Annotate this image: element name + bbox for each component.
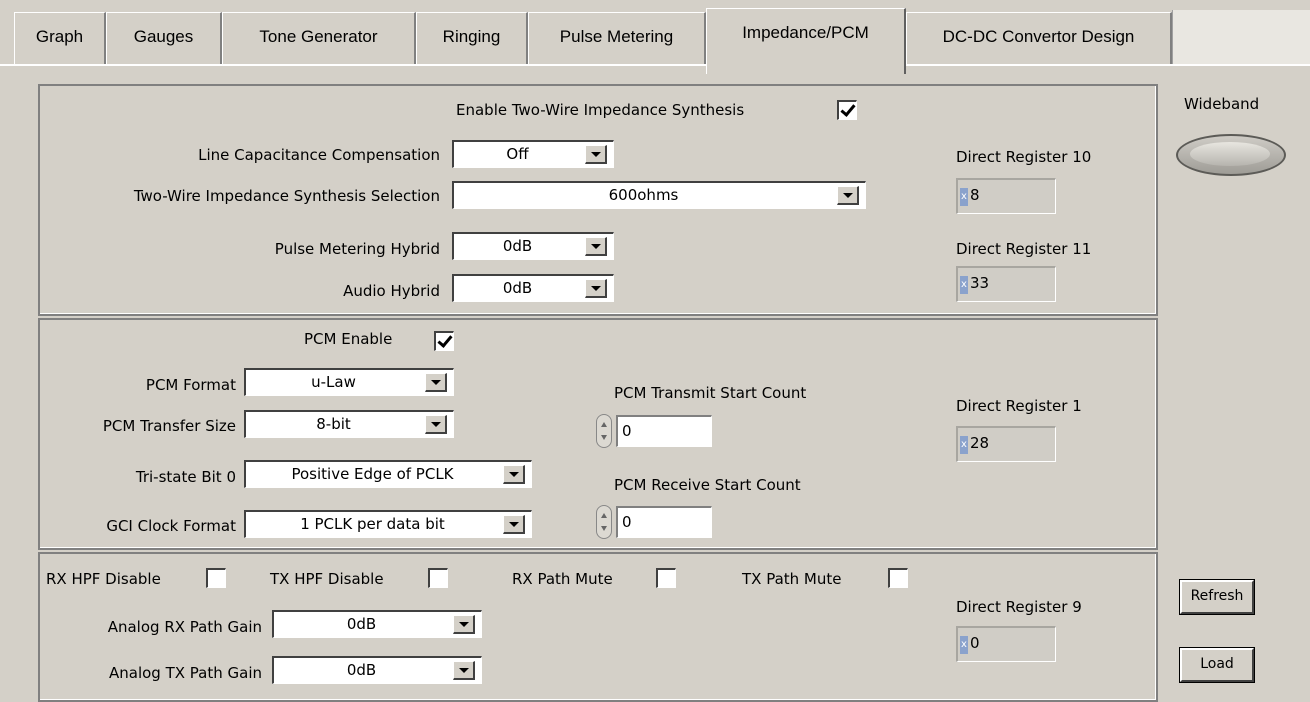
- tx-start-input[interactable]: 0: [616, 415, 712, 447]
- tx-hpf-label: TX HPF Disable: [270, 570, 384, 588]
- tab-tone-generator[interactable]: Tone Generator: [222, 12, 416, 64]
- tab-impedance-pcm[interactable]: Impedance/PCM: [706, 8, 906, 74]
- rx-gain-label: Analog RX Path Gain: [107, 618, 262, 636]
- tx-gain-label: Analog TX Path Gain: [108, 664, 262, 682]
- pm-hybrid-dropdown[interactable]: 0dB: [452, 232, 614, 260]
- pcm-transfer-value: 8-bit: [316, 415, 351, 433]
- tx-gain-dropdown[interactable]: 0dB: [272, 656, 482, 684]
- tx-mute-checkbox[interactable]: [888, 568, 908, 588]
- gci-value: 1 PCLK per data bit: [300, 515, 445, 533]
- refresh-button[interactable]: Refresh: [1179, 579, 1255, 615]
- chevron-down-icon[interactable]: [453, 615, 475, 634]
- line-cap-label: Line Capacitance Compensation: [198, 146, 440, 164]
- twowire-sel-value: 600ohms: [608, 186, 679, 204]
- line-cap-value: Off: [506, 145, 529, 163]
- line-cap-dropdown[interactable]: Off: [452, 140, 614, 168]
- tx-hpf-checkbox[interactable]: [428, 568, 448, 588]
- tab-gauges[interactable]: Gauges: [106, 12, 222, 64]
- pcm-format-label: PCM Format: [145, 376, 236, 394]
- reg9-value: 0: [970, 634, 980, 652]
- chevron-down-icon[interactable]: [837, 186, 859, 205]
- reg9-field[interactable]: x0: [956, 626, 1056, 662]
- chevron-down-icon[interactable]: [585, 279, 607, 298]
- rx-start-input[interactable]: 0: [616, 506, 712, 538]
- tab-strip-filler: [1172, 10, 1310, 66]
- tab-dc-dc-convertor-design[interactable]: DC-DC Convertor Design: [906, 12, 1172, 64]
- rx-start-spinner-icon[interactable]: [596, 505, 612, 539]
- reg10-label: Direct Register 10: [956, 148, 1092, 166]
- tx-start-spinner-icon[interactable]: [596, 414, 612, 448]
- tab-graph[interactable]: Graph: [14, 12, 106, 64]
- enable-impedance-label: Enable Two-Wire Impedance Synthesis: [456, 101, 745, 119]
- wideband-label: Wideband: [1184, 95, 1260, 113]
- tx-start-value: 0: [622, 422, 632, 440]
- audio-hybrid-label: Audio Hybrid: [343, 282, 440, 300]
- hex-prefix-icon: x: [960, 636, 968, 654]
- tab-underline: [0, 64, 1310, 66]
- chevron-down-icon[interactable]: [585, 237, 607, 256]
- hex-prefix-icon: x: [960, 436, 968, 454]
- tristate-value: Positive Edge of PCLK: [291, 465, 454, 483]
- pcm-enable-checkbox[interactable]: [434, 331, 454, 351]
- reg11-value: 33: [970, 274, 990, 292]
- tx-start-label: PCM Transmit Start Count: [614, 384, 807, 402]
- rx-gain-value: 0dB: [346, 615, 377, 633]
- rx-mute-label: RX Path Mute: [512, 570, 613, 588]
- load-button[interactable]: Load: [1179, 647, 1255, 683]
- reg11-field[interactable]: x 33: [956, 266, 1056, 302]
- chevron-down-icon[interactable]: [503, 515, 525, 534]
- pm-hybrid-value: 0dB: [502, 237, 533, 255]
- chevron-down-icon[interactable]: [453, 661, 475, 680]
- pcm-transfer-dropdown[interactable]: 8-bit: [244, 410, 454, 438]
- rx-hpf-checkbox[interactable]: [206, 568, 226, 588]
- reg1-value: 28: [970, 434, 990, 452]
- tristate-label: Tri-state Bit 0: [135, 468, 236, 486]
- reg11-label: Direct Register 11: [956, 240, 1092, 258]
- reg1-label: Direct Register 1: [956, 397, 1082, 415]
- rx-hpf-label: RX HPF Disable: [46, 570, 161, 588]
- rx-start-value: 0: [622, 513, 632, 531]
- chevron-down-icon[interactable]: [585, 145, 607, 164]
- reg9-label: Direct Register 9: [956, 598, 1082, 616]
- wideband-toggle[interactable]: [1176, 134, 1286, 176]
- rx-mute-checkbox[interactable]: [656, 568, 676, 588]
- reg10-field[interactable]: x8: [956, 178, 1056, 214]
- audio-hybrid-value: 0dB: [502, 279, 533, 297]
- chevron-down-icon[interactable]: [425, 373, 447, 392]
- rx-start-label: PCM Receive Start Count: [614, 476, 801, 494]
- hex-prefix-icon: x: [960, 188, 968, 206]
- twowire-sel-dropdown[interactable]: 600ohms: [452, 181, 866, 209]
- pcm-transfer-label: PCM Transfer Size: [102, 417, 236, 435]
- tristate-dropdown[interactable]: Positive Edge of PCLK: [244, 460, 532, 488]
- tx-mute-label: TX Path Mute: [742, 570, 842, 588]
- pcm-enable-label: PCM Enable: [304, 330, 393, 348]
- gci-label: GCI Clock Format: [106, 517, 236, 535]
- rx-gain-dropdown[interactable]: 0dB: [272, 610, 482, 638]
- chevron-down-icon[interactable]: [503, 465, 525, 484]
- twowire-sel-label: Two-Wire Impedance Synthesis Selection: [133, 187, 440, 205]
- enable-impedance-checkbox[interactable]: [837, 100, 857, 120]
- gci-dropdown[interactable]: 1 PCLK per data bit: [244, 510, 532, 538]
- pm-hybrid-label: Pulse Metering Hybrid: [274, 240, 440, 258]
- pcm-format-dropdown[interactable]: u-Law: [244, 368, 454, 396]
- tx-gain-value: 0dB: [346, 661, 377, 679]
- reg10-value: 8: [970, 186, 980, 204]
- reg1-field[interactable]: x 28: [956, 426, 1056, 462]
- audio-hybrid-dropdown[interactable]: 0dB: [452, 274, 614, 302]
- pcm-format-value: u-Law: [311, 373, 356, 391]
- tab-ringing[interactable]: Ringing: [416, 12, 528, 64]
- hex-prefix-icon: x: [960, 276, 968, 294]
- tab-pulse-metering[interactable]: Pulse Metering: [528, 12, 706, 64]
- tab-strip: Graph Gauges Tone Generator Ringing Puls…: [0, 0, 1310, 74]
- chevron-down-icon[interactable]: [425, 415, 447, 434]
